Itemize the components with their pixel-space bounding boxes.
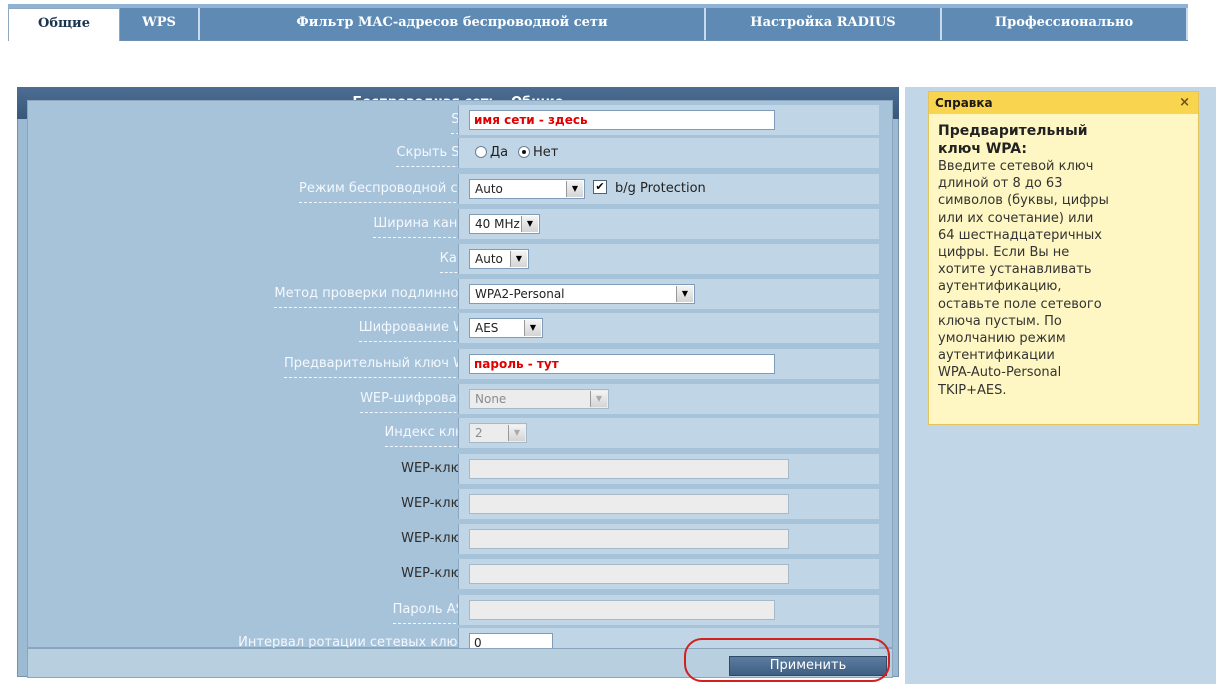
auth-method-select[interactable]: WPA2-Personal ▼ (469, 284, 695, 304)
wep-key3-input[interactable] (469, 529, 789, 549)
help-body-line: умолчанию режим (938, 331, 1066, 347)
asus-password-input[interactable] (469, 600, 775, 620)
row-ssid: SSID: имя сети - здесь (28, 105, 894, 135)
row-auth-method: Метод проверки подлинности: WPA2-Persona… (28, 279, 894, 309)
auth-method-value: WPA2-Personal (475, 287, 565, 301)
help-body-line: аутентификацию, (938, 279, 1062, 295)
wpa-psk-label: Предварительный ключ WPA: (283, 351, 486, 378)
wpa-psk-cell: пароль - тут (458, 349, 879, 379)
help-body: Введите сетевой ключ длиной от 8 до 63 с… (938, 158, 1190, 399)
help-body-line: аутентификации (938, 348, 1055, 364)
help-body-line: или их сочетание) или (938, 210, 1094, 226)
row-wep-key4: WEP-ключ 4: (28, 559, 894, 589)
ssid-cell: имя сети - здесь (458, 105, 879, 135)
hide-ssid-cell: Да Нет (458, 138, 879, 168)
wep-encryption-cell: None ▼ (458, 384, 879, 414)
wireless-mode-value: Auto (475, 182, 503, 196)
tab-radius[interactable]: Настройка RADIUS (706, 8, 942, 40)
row-wep-key1: WEP-ключ 1: (28, 454, 894, 484)
key-index-cell: 2 ▼ (458, 418, 879, 448)
chevron-down-icon: ▼ (590, 391, 607, 407)
row-wep-encryption: WEP-шифрование: None ▼ (28, 384, 894, 414)
row-hide-ssid: Скрыть SSID: Да Нет (28, 138, 894, 168)
wpa-encryption-value: AES (475, 321, 499, 335)
row-wireless-mode: Режим беспроводной сети: Auto ▼ ✔ b/g Pr… (28, 174, 894, 204)
row-wep-key2: WEP-ключ 2: (28, 489, 894, 519)
help-box: Справка × Предварительный ключ WPA: Введ… (928, 91, 1199, 425)
wpa-psk-input[interactable]: пароль - тут (469, 354, 775, 374)
wep-encryption-select[interactable]: None ▼ (469, 389, 609, 409)
tab-general[interactable]: Общие (8, 8, 120, 41)
hide-ssid-yes-label: Да (490, 145, 509, 160)
channel-select[interactable]: Auto ▼ (469, 249, 529, 269)
tab-professional[interactable]: Профессионально (942, 8, 1188, 40)
key-index-select[interactable]: 2 ▼ (469, 423, 527, 443)
bg-protection-checkbox[interactable]: ✔ (593, 180, 607, 194)
help-body-line: 64 шестнадцатеричных (938, 227, 1102, 243)
chevron-down-icon: ▼ (510, 251, 527, 267)
auth-method-cell: WPA2-Personal ▼ (458, 279, 879, 309)
hide-ssid-yes-radio[interactable] (475, 146, 487, 158)
help-body-line: Введите сетевой ключ (938, 159, 1094, 174)
chevron-down-icon: ▼ (676, 286, 693, 302)
chevron-down-icon: ▼ (508, 425, 525, 441)
wireless-mode-cell: Auto ▼ ✔ b/g Protection (458, 174, 879, 204)
ssid-input[interactable]: имя сети - здесь (469, 110, 775, 130)
wep-encryption-value: None (475, 392, 507, 406)
wep-key1-input[interactable] (469, 459, 789, 479)
tab-wps[interactable]: WPS (120, 8, 200, 40)
row-wpa-encryption: Шифрование WPA: AES ▼ (28, 313, 894, 343)
chevron-down-icon: ▼ (524, 320, 541, 336)
help-body-line: символов (буквы, цифры (938, 193, 1109, 209)
wep-key3-cell (458, 524, 879, 554)
row-asus-password: Пароль ASUS: (28, 595, 894, 625)
tab-mac-filter[interactable]: Фильтр MAC-адресов беспроводной сети (200, 8, 706, 40)
key-index-value: 2 (475, 426, 483, 440)
bg-protection-label: b/g Protection (615, 181, 706, 196)
close-icon[interactable]: × (1179, 92, 1190, 114)
auth-method-label: Метод проверки подлинности: (274, 281, 486, 308)
help-body-line: WPA-Auto-Personal (938, 365, 1062, 381)
asus-password-cell (458, 595, 879, 625)
channel-width-value: 40 MHz (475, 217, 520, 231)
wireless-general-form: SSID: имя сети - здесь Скрыть SSID: Да Н… (27, 100, 894, 658)
help-header-label: Справка (935, 96, 993, 110)
help-title-line: Предварительный (938, 123, 1088, 139)
wireless-mode-select[interactable]: Auto ▼ (469, 179, 585, 199)
row-channel: Канал: Auto ▼ (28, 244, 894, 274)
help-title-line: ключ WPA: (938, 141, 1027, 157)
channel-width-cell: 40 MHz ▼ (458, 209, 879, 239)
hide-ssid-no-label: Нет (533, 145, 559, 160)
help-body-line: ключа пустым. По (938, 313, 1062, 329)
wpa-encryption-cell: AES ▼ (458, 313, 879, 343)
row-wep-key3: WEP-ключ 3: (28, 524, 894, 554)
wep-key4-cell (458, 559, 879, 589)
channel-width-select[interactable]: 40 MHz ▼ (469, 214, 540, 234)
row-channel-width: Ширина канала: 40 MHz ▼ (28, 209, 894, 239)
help-body-line: TKIP+AES. (938, 382, 1007, 398)
channel-value: Auto (475, 252, 503, 266)
channel-cell: Auto ▼ (458, 244, 879, 274)
chevron-down-icon: ▼ (566, 181, 583, 197)
tab-bar: Общие WPS Фильтр MAC-адресов беспроводно… (8, 4, 1188, 41)
help-title: Предварительный ключ WPA: (938, 122, 1190, 158)
row-wpa-psk: Предварительный ключ WPA: пароль - тут (28, 349, 894, 379)
wep-key2-cell (458, 489, 879, 519)
help-body-line: длиной от 8 до 63 (938, 176, 1063, 192)
help-body-line: хотите устанавливать (938, 262, 1092, 278)
chevron-down-icon: ▼ (521, 216, 538, 232)
help-body-line: оставьте поле сетевого (938, 296, 1102, 312)
hide-ssid-no-radio[interactable] (518, 146, 530, 158)
wep-key1-cell (458, 454, 879, 484)
row-key-index: Индекс ключа: 2 ▼ (28, 418, 894, 448)
apply-button[interactable]: Применить (729, 656, 887, 676)
wep-key4-input[interactable] (469, 564, 789, 584)
wep-key2-input[interactable] (469, 494, 789, 514)
help-header: Справка × (929, 92, 1198, 114)
help-body-line: цифры. Если Вы не (938, 245, 1070, 261)
wpa-encryption-select[interactable]: AES ▼ (469, 318, 543, 338)
